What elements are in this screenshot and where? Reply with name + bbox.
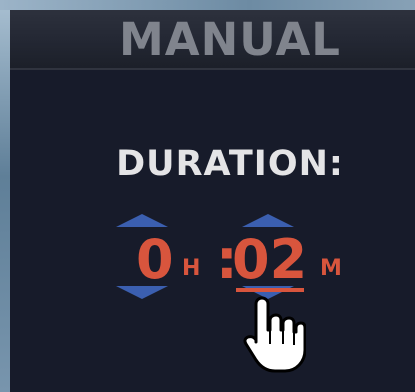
hours-unit-label: H [182, 256, 201, 281]
minutes-increment-arrow-icon[interactable] [242, 214, 294, 227]
window-edge-left [0, 0, 10, 392]
window-edge-top [0, 0, 415, 10]
mode-title: MANUAL [119, 13, 341, 66]
mode-header-bar[interactable]: MANUAL [10, 10, 415, 70]
hours-value[interactable]: 0 [136, 230, 174, 290]
minutes-selection-indicator [236, 288, 304, 292]
minutes-value[interactable]: 02 [232, 230, 307, 290]
hand-pointer-icon [243, 296, 306, 373]
duration-label: DURATION: [116, 144, 344, 184]
minutes-unit-label: M [320, 256, 342, 281]
manual-mode-panel: MANUAL DURATION: 0 H : 02 M [10, 10, 415, 392]
hours-increment-arrow-icon[interactable] [116, 214, 168, 227]
